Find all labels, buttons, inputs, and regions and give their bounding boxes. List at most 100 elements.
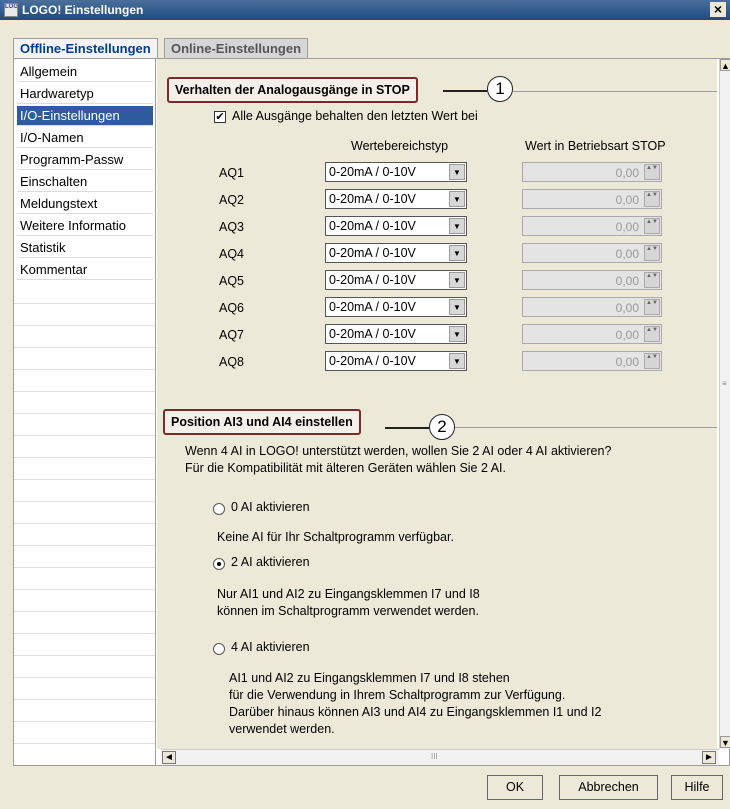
- aq-row: AQ5 0-20mA / 0-10V ▼ 0,00 ▲▼: [157, 270, 717, 292]
- sidebar-empty-row: [14, 457, 155, 458]
- stop-value-spinner: 0,00 ▲▼: [522, 297, 662, 317]
- radio-2-ai-label[interactable]: 2 AI aktivieren: [231, 555, 310, 569]
- range-type-value: 0-20mA / 0-10V: [329, 246, 416, 260]
- sidebar-item-hardwaretyp[interactable]: Hardwaretyp: [17, 84, 153, 104]
- sidebar-empty-row: [14, 743, 155, 744]
- sidebar-item-programm-passwort[interactable]: Programm-Passw: [17, 150, 153, 170]
- scroll-left-icon[interactable]: ◄: [162, 751, 176, 764]
- section-2-divider: [455, 427, 717, 428]
- aq-row: AQ6 0-20mA / 0-10V ▼ 0,00 ▲▼: [157, 297, 717, 319]
- stop-value-spinner: 0,00 ▲▼: [522, 243, 662, 263]
- sidebar-item-io-namen[interactable]: I/O-Namen: [17, 128, 153, 148]
- section-analog-outputs-stop-title: Verhalten der Analogausgänge in STOP: [167, 77, 418, 103]
- ai-intro-line-2: Für die Kompatibilität mit älteren Gerät…: [185, 461, 506, 475]
- aq-row: AQ4 0-20mA / 0-10V ▼ 0,00 ▲▼: [157, 243, 717, 265]
- keep-last-value-checkbox[interactable]: ✔: [214, 111, 226, 123]
- dropdown-arrow-icon[interactable]: ▼: [449, 353, 465, 369]
- sidebar-empty-row: [14, 325, 155, 326]
- sidebar-empty-row: [14, 699, 155, 700]
- settings-window: LOGO LOGO! Einstellungen × Offline-Einst…: [0, 0, 730, 809]
- aq-row: AQ3 0-20mA / 0-10V ▼ 0,00 ▲▼: [157, 216, 717, 238]
- range-type-value: 0-20mA / 0-10V: [329, 219, 416, 233]
- sidebar-empty-row: [14, 589, 155, 590]
- aq-row: AQ2 0-20mA / 0-10V ▼ 0,00 ▲▼: [157, 189, 717, 211]
- cancel-button[interactable]: Abbrechen: [559, 775, 658, 800]
- scroll-up-icon[interactable]: ▲: [720, 59, 730, 71]
- radio-4-ai[interactable]: [213, 643, 225, 655]
- radio-0-ai-desc-1: Keine AI für Ihr Schaltprogramm verfügba…: [217, 530, 454, 544]
- section-1-divider: [513, 91, 717, 92]
- radio-0-ai[interactable]: [213, 503, 225, 515]
- sidebar-item-einschalten[interactable]: Einschalten: [17, 172, 153, 192]
- column-header-range-type: Wertebereichstyp: [351, 139, 449, 153]
- range-type-select[interactable]: 0-20mA / 0-10V ▼: [325, 189, 467, 209]
- radio-2-ai[interactable]: [213, 558, 225, 570]
- callout-2: 2: [429, 414, 455, 440]
- sidebar-empty-row: [14, 303, 155, 304]
- aq-name: AQ1: [219, 166, 245, 180]
- stop-value: 0,00: [615, 328, 639, 342]
- dropdown-arrow-icon[interactable]: ▼: [449, 191, 465, 207]
- sidebar-item-kommentar[interactable]: Kommentar: [17, 260, 153, 280]
- tab-online-settings[interactable]: Online-Einstellungen: [164, 38, 309, 58]
- keep-last-value-label: Alle Ausgänge behalten den letzten Wert …: [232, 109, 478, 123]
- range-type-value: 0-20mA / 0-10V: [329, 300, 416, 314]
- scroll-down-icon[interactable]: ▼: [720, 736, 730, 748]
- sidebar-item-allgemein[interactable]: Allgemein: [17, 62, 153, 82]
- scroll-grip-icon: ≡: [722, 379, 727, 388]
- radio-4-ai-label[interactable]: 4 AI aktivieren: [231, 640, 310, 654]
- sidebar-empty-row: [14, 721, 155, 722]
- sidebar-empty-row: [14, 545, 155, 546]
- radio-4-ai-desc-4: verwendet werden.: [229, 722, 335, 736]
- sidebar-empty-row: [14, 633, 155, 634]
- range-type-select[interactable]: 0-20mA / 0-10V ▼: [325, 270, 467, 290]
- radio-4-ai-desc-3: Darüber hinaus können AI3 und AI4 zu Ein…: [229, 705, 602, 719]
- range-type-select[interactable]: 0-20mA / 0-10V ▼: [325, 243, 467, 263]
- sidebar-empty-row: [14, 655, 155, 656]
- dropdown-arrow-icon[interactable]: ▼: [449, 164, 465, 180]
- tab-offline-settings[interactable]: Offline-Einstellungen: [13, 38, 158, 58]
- button-bar: OK Abbrechen Hilfe: [0, 766, 730, 809]
- radio-0-ai-label[interactable]: 0 AI aktivieren: [231, 500, 310, 514]
- range-type-select[interactable]: 0-20mA / 0-10V ▼: [325, 324, 467, 344]
- horizontal-scrollbar[interactable]: ◄ III ►: [161, 749, 719, 765]
- dropdown-arrow-icon[interactable]: ▼: [449, 245, 465, 261]
- ok-button[interactable]: OK: [487, 775, 543, 800]
- stop-value: 0,00: [615, 220, 639, 234]
- dropdown-arrow-icon[interactable]: ▼: [449, 326, 465, 342]
- title-bar: LOGO LOGO! Einstellungen ×: [0, 0, 730, 20]
- stop-value-spinner: 0,00 ▲▼: [522, 216, 662, 236]
- dropdown-arrow-icon[interactable]: ▼: [449, 218, 465, 234]
- aq-name: AQ2: [219, 193, 245, 207]
- spinner-arrows-icon: ▲▼: [644, 326, 660, 342]
- spinner-arrows-icon: ▲▼: [644, 272, 660, 288]
- range-type-value: 0-20mA / 0-10V: [329, 165, 416, 179]
- radio-4-ai-desc-2: für die Verwendung in Ihrem Schaltprogra…: [229, 688, 566, 702]
- settings-content: Verhalten der Analogausgänge in STOP 1 ✔…: [157, 59, 717, 749]
- range-type-select[interactable]: 0-20mA / 0-10V ▼: [325, 162, 467, 182]
- settings-frame: Allgemein Hardwaretyp I/O-Einstellungen …: [13, 58, 730, 766]
- range-type-select[interactable]: 0-20mA / 0-10V ▼: [325, 297, 467, 317]
- range-type-select[interactable]: 0-20mA / 0-10V ▼: [325, 351, 467, 371]
- sidebar-empty-row: [14, 523, 155, 524]
- close-icon[interactable]: ×: [710, 2, 726, 17]
- help-button[interactable]: Hilfe: [671, 775, 723, 800]
- range-type-select[interactable]: 0-20mA / 0-10V ▼: [325, 216, 467, 236]
- aq-name: AQ5: [219, 274, 245, 288]
- sidebar-item-statistik[interactable]: Statistik: [17, 238, 153, 258]
- dropdown-arrow-icon[interactable]: ▼: [449, 299, 465, 315]
- sidebar-empty-row: [14, 611, 155, 612]
- aq-name: AQ4: [219, 247, 245, 261]
- aq-name: AQ8: [219, 355, 245, 369]
- stop-value: 0,00: [615, 166, 639, 180]
- range-type-value: 0-20mA / 0-10V: [329, 192, 416, 206]
- sidebar-item-io-einstellungen[interactable]: I/O-Einstellungen: [17, 106, 153, 126]
- sidebar-item-meldungstext[interactable]: Meldungstext: [17, 194, 153, 214]
- sidebar: Allgemein Hardwaretyp I/O-Einstellungen …: [14, 59, 156, 765]
- vertical-scrollbar[interactable]: ▲ ≡ ▼: [719, 59, 730, 749]
- sidebar-item-weitere-informationen[interactable]: Weitere Informatio: [17, 216, 153, 236]
- radio-2-ai-desc-2: können im Schaltprogramm verwendet werde…: [217, 604, 479, 618]
- dropdown-arrow-icon[interactable]: ▼: [449, 272, 465, 288]
- scroll-right-icon[interactable]: ►: [702, 751, 716, 764]
- range-type-value: 0-20mA / 0-10V: [329, 327, 416, 341]
